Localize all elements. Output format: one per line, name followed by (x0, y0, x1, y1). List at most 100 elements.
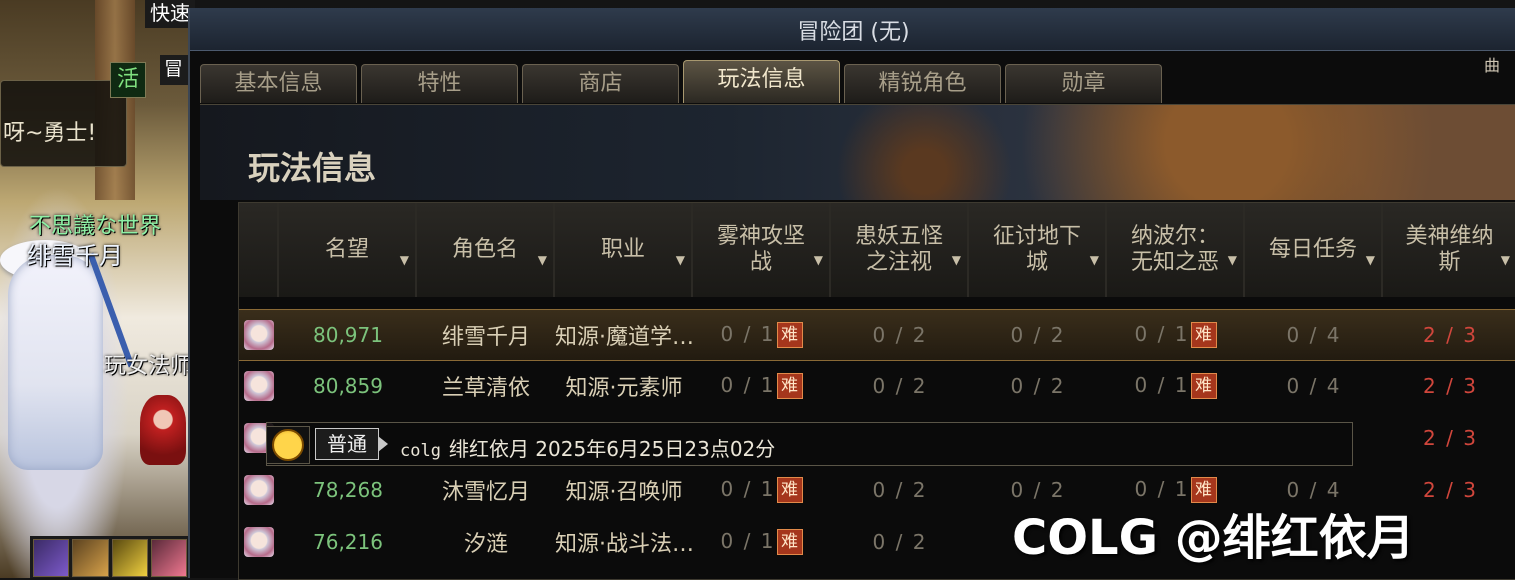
count-value: 0 / 4 (1286, 374, 1342, 398)
header-job[interactable]: 职业 ▼ (555, 203, 693, 297)
count-cell: 0 / 1难 (1107, 373, 1245, 400)
sort-arrow-icon: ▼ (399, 253, 409, 267)
sort-arrow-icon: ▼ (1089, 253, 1099, 267)
fame-value: 78,268 (313, 478, 383, 502)
chat-text: 绯红依月 2025年6月25日23点02分 (448, 437, 776, 461)
header-nabor[interactable]: 纳波尔：无知之恶 ▼ (1107, 203, 1245, 297)
avatar (239, 527, 279, 557)
hard-badge: 难 (777, 529, 804, 556)
emoji-icon[interactable] (266, 426, 310, 464)
header-label: 美神维纳斯 (1405, 224, 1494, 275)
npc-chat-text: 呀~勇士! (3, 121, 97, 146)
count-value: 0 / 1 (1134, 372, 1190, 397)
tab-shop[interactable]: 商店 (522, 64, 679, 103)
count-value: 0 / 4 (1286, 323, 1342, 347)
fame-value: 80,971 (313, 323, 383, 347)
chat-message: colg 绯红依月 2025年6月25日23点02分 (400, 433, 775, 462)
right-edge-text: 曲 (1484, 56, 1501, 75)
header-label: 职业 (600, 237, 645, 262)
hard-badge: 难 (777, 477, 804, 504)
avatar (239, 475, 279, 505)
tab-gameplay-info[interactable]: 玩法信息 (683, 60, 840, 103)
count-value: 0 / 1 (720, 372, 776, 397)
table-header: 名望 ▼ 角色名 ▼ 职业 ▼ 雾神攻坚战 ▼ 患妖五怪之注视 ▼ 征讨地下城 ▼ 纳波尔：… (239, 203, 1515, 297)
count-cell: 0 / 1难 (693, 322, 831, 349)
character-name: 沐雪忆月 (441, 480, 530, 505)
hard-badge: 难 (1191, 373, 1218, 400)
adventure-group-window: 冒险团 (无) 基本信息 特性 商店 玩法信息 精锐角色 勋章 玩法信息 名望 ▼… (188, 8, 1515, 580)
sort-arrow-icon: ▼ (537, 253, 547, 267)
character-name: 兰草清依 (441, 376, 530, 401)
fame-value: 80,859 (313, 374, 383, 398)
heart-icon[interactable] (150, 539, 187, 577)
chat-tag: colg (400, 441, 441, 461)
count-value: 0 / 2 (872, 530, 928, 554)
tab-medals[interactable]: 勋章 (1005, 64, 1162, 103)
sort-arrow-icon: ▼ (1227, 253, 1237, 267)
header-dungeon-crusade[interactable]: 征讨地下城 ▼ (969, 203, 1107, 297)
count-cell: 0 / 1难 (1107, 322, 1245, 349)
header-label: 名望 (324, 237, 369, 262)
count-value: 0 / 2 (1010, 323, 1066, 347)
skill-slot-icon[interactable] (33, 539, 70, 577)
count-value: 0 / 2 (872, 478, 928, 502)
tab-elite-characters[interactable]: 精锐角色 (844, 64, 1001, 103)
count-value: 0 / 1 (720, 476, 776, 501)
header-avatar (239, 203, 279, 297)
character-job: 知源·召唤师 (565, 480, 683, 505)
chat-channel-badge[interactable]: 普通 (315, 428, 379, 460)
window-titlebar[interactable]: 冒险团 (无) (190, 8, 1515, 51)
count-value: 2 / 3 (1423, 426, 1478, 450)
header-label: 患妖五怪之注视 (854, 224, 943, 275)
section-banner: 玩法信息 (200, 104, 1515, 200)
window-title: 冒险团 (无) (797, 20, 910, 45)
section-title: 玩法信息 (248, 149, 377, 187)
tab-bar: 基本信息 特性 商店 玩法信息 精锐角色 勋章 (200, 60, 1162, 103)
header-name[interactable]: 角色名 ▼ (417, 203, 555, 297)
header-label: 征讨地下城 (992, 224, 1081, 275)
table-row[interactable]: 80,859 兰草清依 知源·元素师 0 / 1难 0 / 2 0 / 2 0 … (239, 361, 1515, 411)
channel-arrow-icon (378, 436, 388, 452)
header-fame[interactable]: 名望 ▼ (279, 203, 417, 297)
hard-badge: 难 (1191, 322, 1218, 349)
header-label: 角色名 (451, 237, 518, 262)
count-value: 0 / 1 (720, 528, 776, 553)
header-label: 雾神攻坚战 (716, 224, 805, 275)
header-venus[interactable]: 美神维纳斯 ▼ (1383, 203, 1515, 297)
count-value: 2 / 3 (1423, 374, 1478, 398)
character-job: 知源·魔道学… (555, 325, 693, 350)
character-job: 知源·战斗法… (555, 532, 693, 557)
skill-slot-icon[interactable] (111, 539, 148, 577)
header-label: 每日任务 (1268, 237, 1357, 262)
player-name: 玩女法师 (104, 354, 193, 379)
sort-arrow-icon: ▼ (1500, 253, 1510, 267)
count-cell: 0 / 1难 (693, 373, 831, 400)
fame-value: 76,216 (313, 530, 383, 554)
header-demon-gaze[interactable]: 患妖五怪之注视 ▼ (831, 203, 969, 297)
sort-arrow-icon: ▼ (675, 253, 685, 267)
header-label: 纳波尔：无知之恶 (1130, 224, 1219, 275)
count-value: 0 / 2 (1010, 374, 1066, 398)
count-cell: 0 / 1难 (693, 477, 831, 504)
count-value: 2 / 3 (1423, 323, 1478, 347)
sort-arrow-icon: ▼ (1365, 253, 1375, 267)
tab-basic-info[interactable]: 基本信息 (200, 64, 357, 103)
red-hair-character (140, 395, 186, 465)
hard-badge: 难 (777, 373, 804, 400)
table-row[interactable]: 80,971 绯雪千月 知源·魔道学… 0 / 1难 0 / 2 0 / 2 0… (239, 309, 1515, 361)
count-cell: 0 / 1难 (693, 529, 831, 556)
skill-slot-icon[interactable] (72, 539, 109, 577)
sort-arrow-icon: ▼ (813, 253, 823, 267)
count-value: 0 / 1 (1134, 321, 1190, 346)
count-value: 0 / 2 (872, 374, 928, 398)
live-badge[interactable]: 活 (110, 62, 146, 98)
avatar (239, 320, 279, 350)
hard-badge: 难 (777, 322, 804, 349)
count-value: 0 / 2 (872, 323, 928, 347)
tab-traits[interactable]: 特性 (361, 64, 518, 103)
npc-chat-bubble: 呀~勇士! (0, 80, 127, 167)
player-character (8, 255, 103, 470)
header-mist-raid[interactable]: 雾神攻坚战 ▼ (693, 203, 831, 297)
header-daily-quest[interactable]: 每日任务 ▼ (1245, 203, 1383, 297)
count-value: 0 / 1 (720, 321, 776, 346)
